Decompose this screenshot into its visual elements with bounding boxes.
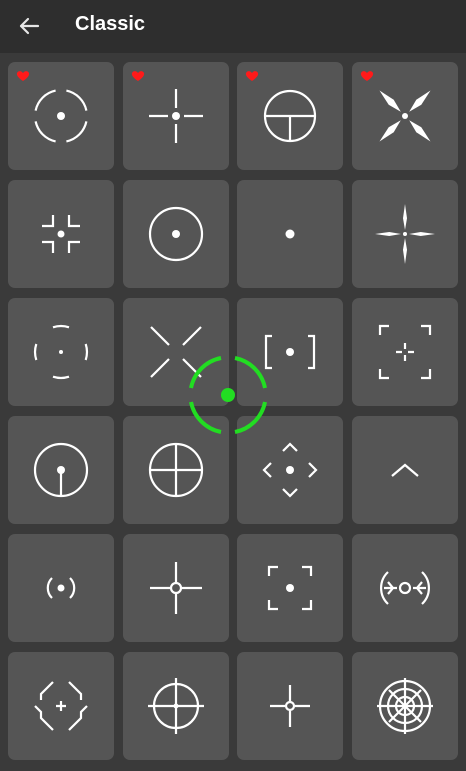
crosshair-tile[interactable] [352,62,458,170]
thin-plus-crosshair-icon [375,204,435,264]
crosshair-tile[interactable] [123,298,229,406]
circle-stem-dot-crosshair-icon [33,442,89,498]
crosshair-tile[interactable] [352,652,458,760]
parentheses-dot-crosshair-icon [46,577,76,599]
x-lines-crosshair-icon [150,326,202,378]
crosshair-tile[interactable] [352,534,458,642]
crosshair-tile[interactable] [123,652,229,760]
plus-small-circle-crosshair-icon [150,562,202,614]
diamond-frame-plus-crosshair-icon [34,681,88,731]
heart-icon [131,71,145,81]
crosshair-tile[interactable] [123,416,229,524]
diamond-chevrons-crosshair-icon [262,442,318,498]
plus-ring-crosshair-icon [270,685,310,727]
circle-plus-crosshair-icon [148,442,204,498]
crosshair-tile[interactable] [123,534,229,642]
ornate-ring-crosshair-icon [380,571,430,605]
crosshair-grid [0,0,466,771]
circle-crosshair-icon [148,678,204,734]
crosshair-tile[interactable] [123,62,229,170]
crosshair-tile[interactable] [237,180,343,288]
crosshair-tile[interactable] [8,62,114,170]
crosshair-tile[interactable] [237,534,343,642]
corner-brackets-crosshair-icon [42,215,80,253]
chevron-up-crosshair-icon [391,463,419,477]
arc-segments-dot-crosshair-icon [33,324,89,380]
crosshair-tile[interactable] [8,416,114,524]
target-rings-crosshair-icon [377,678,433,734]
crosshair-tile[interactable] [352,416,458,524]
crosshair-tile[interactable] [352,298,458,406]
frame-corners-plus-crosshair-icon [378,324,432,380]
heart-icon [245,71,259,81]
heart-icon [16,71,30,81]
crosshair-tile[interactable] [8,534,114,642]
heart-icon [360,71,374,81]
dot-crosshair-icon [285,229,295,239]
crosshair-tile[interactable] [237,416,343,524]
crosshair-tile[interactable] [8,298,114,406]
crosshair-tile[interactable] [8,652,114,760]
crosshair-tile[interactable] [8,180,114,288]
square-brackets-dot-crosshair-icon [264,334,316,370]
crosshair-tile[interactable] [352,180,458,288]
circle-dot-crosshair-icon [148,206,204,262]
crosshair-tile[interactable] [237,652,343,760]
crosshair-tile[interactable] [123,180,229,288]
crosshair-tile[interactable] [237,62,343,170]
crosshair-tile[interactable] [237,298,343,406]
frame-corners-dot-crosshair-icon [267,565,313,611]
